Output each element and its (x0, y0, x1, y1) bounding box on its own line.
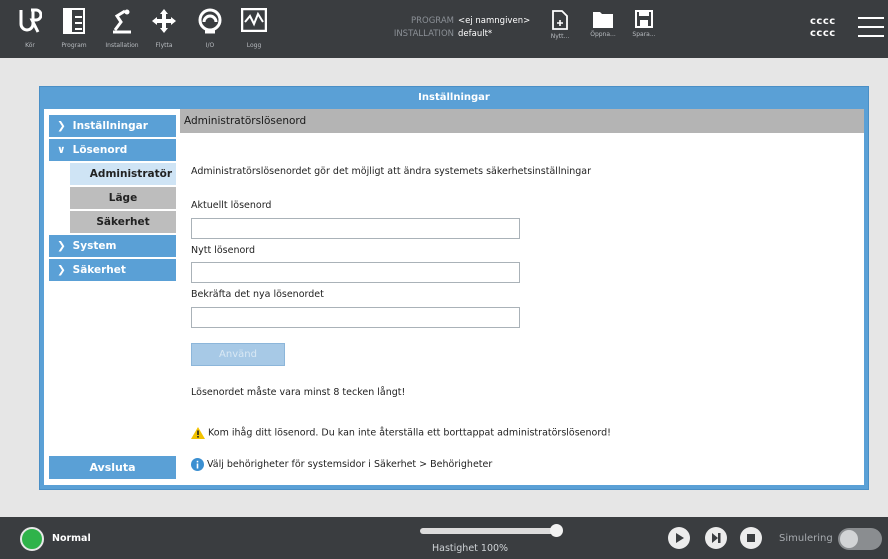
status-text: Normal (52, 533, 91, 544)
program-tab-label: Program (61, 42, 87, 49)
simulation-toggle[interactable] (838, 528, 882, 550)
program-icon (63, 8, 85, 34)
sidebar-item-label: Läge (108, 192, 138, 204)
save-icon (635, 10, 653, 28)
program-tab[interactable]: Program (58, 8, 90, 56)
new-file-icon (552, 10, 568, 30)
current-password-label: Aktuellt lösenord (191, 200, 272, 211)
installation-tab[interactable]: Installation (105, 8, 139, 56)
play-icon (676, 533, 684, 543)
move-tab-label: Flytta (155, 42, 173, 49)
status-indicator-icon[interactable] (20, 527, 44, 551)
hamburger-menu-icon[interactable] (858, 17, 884, 39)
dialog-body: ❯ Inställningar ∨ Lösenord Administratör… (44, 109, 864, 485)
sidebar-item-losenord[interactable]: ∨ Lösenord (49, 139, 176, 161)
sidebar-item-label: Säkerhet (96, 216, 150, 228)
program-name: <ej namngiven> (458, 16, 531, 26)
save-button[interactable]: Spara... (624, 10, 664, 56)
new-password-input[interactable] (191, 262, 520, 283)
top-bar: Kör Program Installation Flytta I/O Logg… (0, 0, 888, 58)
dialog-title: Inställningar (418, 92, 490, 103)
sidebar-item-label: Inställningar (72, 120, 148, 132)
settings-sidebar: ❯ Inställningar ∨ Lösenord Administratör… (44, 109, 178, 485)
new-file-button[interactable]: Nytt... (540, 10, 580, 56)
new-password-label: Nytt lösenord (191, 245, 256, 256)
bottom-bar: Normal Hastighet 100% Simulering (0, 517, 888, 559)
installation-name: default* (458, 29, 493, 39)
sidebar-item-system[interactable]: ❯ System (49, 235, 176, 257)
chevron-down-icon: ∨ (57, 144, 66, 156)
step-button[interactable] (705, 527, 727, 549)
sidebar-subitem-administrator[interactable]: Administratör (70, 163, 176, 185)
run-tab[interactable]: Kör (14, 8, 46, 56)
step-icon (712, 533, 721, 543)
exit-button[interactable]: Avsluta (49, 456, 176, 479)
warning-icon (191, 427, 205, 439)
io-icon (198, 8, 222, 34)
log-tab-label: Logg (246, 42, 262, 49)
info-message: Välj behörigheter för systemsidor i Säke… (191, 458, 492, 471)
save-label: Spara... (632, 31, 656, 38)
play-button[interactable] (668, 527, 690, 549)
stop-button[interactable] (740, 527, 762, 549)
chevron-right-icon: ❯ (57, 240, 66, 252)
sidebar-item-label: Administratör (89, 168, 172, 180)
log-tab[interactable]: Logg (238, 8, 270, 56)
speed-slider-handle[interactable] (550, 524, 563, 537)
ur-logo-icon (19, 8, 42, 33)
confirm-password-input[interactable] (191, 307, 520, 328)
sidebar-subitem-sakerhet[interactable]: Säkerhet (70, 211, 176, 233)
sidebar-subitem-lage[interactable]: Läge (70, 187, 176, 209)
program-label: PROGRAM (410, 16, 454, 26)
move-tab[interactable]: Flytta (148, 8, 180, 56)
stop-icon (747, 534, 755, 542)
password-panel: Administratörslösenord Administratörslös… (180, 109, 864, 485)
confirm-password-label: Bekräfta det nya lösenordet (191, 289, 324, 300)
warning-text: Kom ihåg ditt lösenord. Du kan inte åter… (208, 427, 611, 439)
sidebar-item-label: System (72, 240, 117, 252)
settings-dialog: Inställningar ❯ Inställningar ∨ Lösenord… (39, 86, 869, 490)
min-length-note: Lösenordet måste vara minst 8 tecken lån… (191, 387, 406, 398)
open-folder-icon (593, 12, 613, 28)
panel-description: Administratörslösenordet gör det möjligt… (191, 166, 592, 177)
user-line-1: cccc (810, 16, 836, 27)
sidebar-item-sakerhet[interactable]: ❯ Säkerhet (49, 259, 176, 281)
warning-message: Kom ihåg ditt lösenord. Du kan inte åter… (191, 427, 611, 439)
sidebar-item-label: Lösenord (72, 144, 128, 156)
log-icon (241, 8, 267, 32)
info-icon (191, 458, 204, 471)
move-icon (152, 9, 176, 33)
user-info: cccc cccc (810, 16, 836, 40)
installation-label: INSTALLATION (393, 29, 454, 39)
apply-button[interactable]: Använd (191, 343, 285, 366)
open-button[interactable]: Öppna... (583, 10, 623, 56)
panel-heading: Administratörslösenord (180, 109, 864, 133)
installation-icon (113, 9, 131, 34)
sidebar-item-label: Säkerhet (72, 264, 126, 276)
user-line-2: cccc (810, 28, 836, 39)
speed-label: Hastighet 100% (432, 543, 509, 554)
open-label: Öppna... (590, 31, 616, 38)
simulation-label: Simulering (779, 533, 833, 544)
info-text: Välj behörigheter för systemsidor i Säke… (207, 459, 493, 470)
speed-slider[interactable] (420, 528, 558, 534)
new-file-label: Nytt... (550, 33, 570, 40)
io-tab[interactable]: I/O (194, 8, 226, 56)
toggle-knob (840, 530, 858, 548)
sidebar-item-installningar[interactable]: ❯ Inställningar (49, 115, 176, 137)
chevron-right-icon: ❯ (57, 264, 66, 276)
chevron-right-icon: ❯ (57, 120, 66, 132)
program-info: PROGRAM <ej namngiven> INSTALLATION defaul… (392, 15, 530, 41)
current-password-input[interactable] (191, 218, 520, 239)
